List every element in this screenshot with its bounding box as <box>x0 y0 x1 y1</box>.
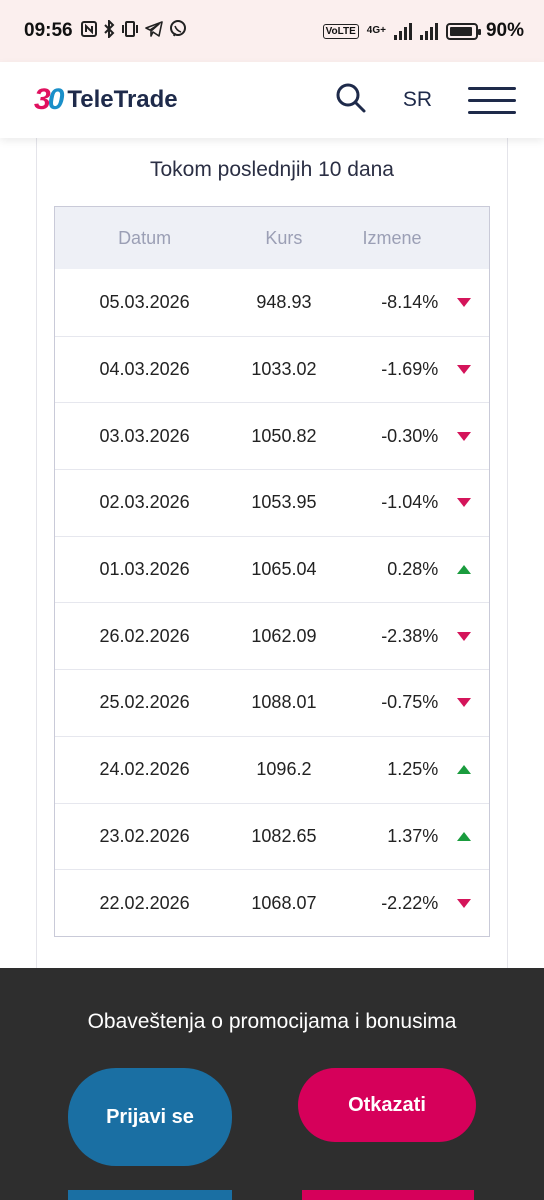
network-type: 4G+ <box>366 25 386 36</box>
header-date: Datum <box>118 227 172 248</box>
table-row: 03.03.2026 1050.82 -0.30% <box>55 402 489 469</box>
arrow-down-icon <box>456 498 471 508</box>
logo-mark: 3 0 <box>34 83 64 116</box>
row-rate: 1096.2 <box>256 759 312 780</box>
table-row: 26.02.2026 1062.09 -2.38% <box>55 602 489 669</box>
row-date: 04.03.2026 <box>99 359 190 380</box>
row-date: 02.03.2026 <box>99 492 190 513</box>
row-rate: 1088.01 <box>251 692 317 713</box>
arrow-down-icon <box>456 631 471 641</box>
row-rate: 1053.95 <box>251 492 317 513</box>
site-header: 3 0 TeleTrade SR <box>0 62 544 138</box>
table-body: 05.03.2026 948.93 -8.14% 04.03.2026 1033.02 -… <box>55 269 489 936</box>
row-change: -1.04% <box>381 492 439 513</box>
notification-panel: Obaveštenja o promocijama i bonusima Pri… <box>0 968 544 1200</box>
telegram-icon <box>144 20 163 42</box>
volte-badge: VoLTE <box>322 23 359 39</box>
table-row: 05.03.2026 948.93 -8.14% <box>55 269 489 336</box>
notification-text: Obaveštenja o promocijama i bonusima <box>87 1010 457 1033</box>
status-bar: 09:56 VoLTE 4G+ 90% <box>0 0 544 62</box>
row-rate: 948.93 <box>256 291 312 312</box>
row-change: -2.22% <box>381 892 439 913</box>
header-rate: Kurs <box>265 227 303 248</box>
arrow-up-icon <box>456 831 471 841</box>
row-change: 1.37% <box>387 825 439 846</box>
logo-text: TeleTrade <box>67 86 178 113</box>
row-change: -2.38% <box>381 625 439 646</box>
rates-table: Datum Kurs Izmene 05.03.2026 948.93 -8.14%… <box>54 206 490 937</box>
arrow-up-icon <box>456 765 471 775</box>
row-change: 1.25% <box>387 759 439 780</box>
battery-icon <box>445 22 481 40</box>
arrow-down-icon <box>456 698 471 708</box>
header-change: Izmene <box>362 227 422 248</box>
row-rate: 1062.09 <box>251 625 317 646</box>
row-change: -8.14% <box>381 291 439 312</box>
logo[interactable]: 3 0 TeleTrade <box>34 83 178 117</box>
viber-icon <box>169 19 187 43</box>
partial-button-blue[interactable] <box>68 1190 232 1200</box>
table-row: 04.03.2026 1033.02 -1.69% <box>55 335 489 403</box>
login-button[interactable]: Prijavi se <box>68 1068 232 1166</box>
row-rate: 1065.04 <box>251 559 317 580</box>
bluetooth-icon <box>103 18 115 43</box>
row-date: 24.02.2026 <box>99 759 190 780</box>
row-rate: 1050.82 <box>251 425 317 446</box>
arrow-up-icon <box>456 565 471 575</box>
table-row: 02.03.2026 1053.95 -1.04% <box>55 469 489 536</box>
table-row: 01.03.2026 1065.04 0.28% <box>55 535 489 603</box>
row-date: 03.03.2026 <box>99 425 190 446</box>
battery-fill <box>449 26 472 36</box>
row-rate: 1082.65 <box>251 825 317 846</box>
row-date: 26.02.2026 <box>99 625 190 646</box>
menu-icon[interactable] <box>468 86 516 114</box>
table-header: Datum Kurs Izmene <box>55 207 489 269</box>
table-row: 22.02.2026 1068.07 -2.22% <box>55 869 489 936</box>
language-switch[interactable]: SR <box>403 88 432 112</box>
row-date: 05.03.2026 <box>99 291 190 312</box>
partial-button-pink[interactable] <box>302 1190 474 1200</box>
signal-icon <box>393 22 412 40</box>
row-date: 01.03.2026 <box>99 559 190 580</box>
arrow-down-icon <box>456 898 471 908</box>
battery-percent: 90% <box>485 20 524 41</box>
row-change: -1.69% <box>381 359 439 380</box>
arrow-down-icon <box>456 365 471 375</box>
table-row: 25.02.2026 1088.01 -0.75% <box>55 669 489 736</box>
row-rate: 1033.02 <box>251 359 317 380</box>
nfc-icon <box>80 20 97 42</box>
arrow-down-icon <box>456 297 471 307</box>
row-date: 25.02.2026 <box>99 692 190 713</box>
row-change: 0.28% <box>387 559 439 580</box>
vibrate-icon <box>121 20 139 42</box>
arrow-down-icon <box>456 431 471 441</box>
row-change: -0.30% <box>381 425 439 446</box>
signal-icon-2 <box>419 22 438 40</box>
row-date: 22.02.2026 <box>99 892 190 913</box>
row-date: 23.02.2026 <box>99 825 190 846</box>
section-title: Tokom poslednjih 10 dana <box>149 158 394 181</box>
table-row: 23.02.2026 1082.65 1.37% <box>55 802 489 870</box>
search-icon[interactable] <box>335 82 367 119</box>
table-row: 24.02.2026 1096.2 1.25% <box>55 735 489 803</box>
row-rate: 1068.07 <box>251 892 317 913</box>
status-time: 09:56 <box>24 20 73 41</box>
row-change: -0.75% <box>381 692 439 713</box>
cancel-button[interactable]: Otkazati <box>298 1068 476 1142</box>
